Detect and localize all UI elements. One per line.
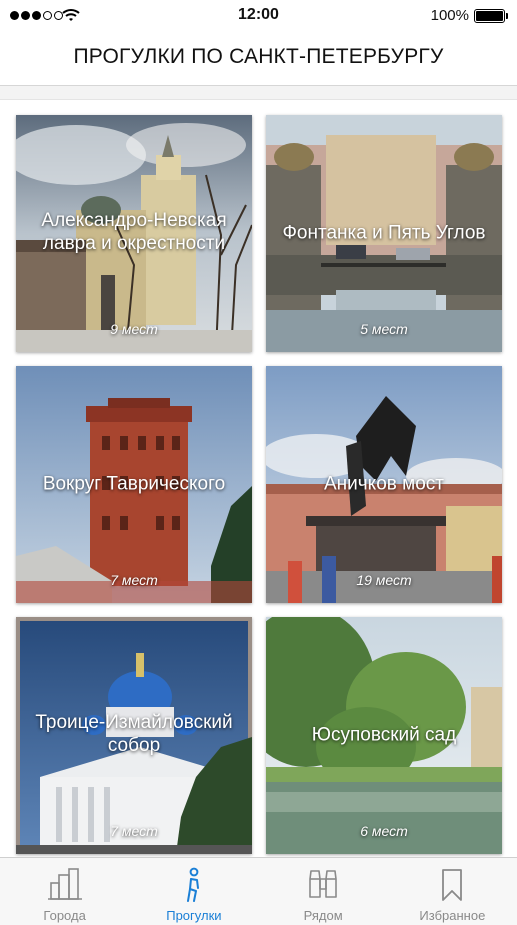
page-title: ПРОГУЛКИ ПО САНКТ-ПЕТЕРБУРГУ: [73, 45, 444, 68]
walk-title: Александро-Невская лавра и окрестности: [41, 209, 227, 254]
tab-label: Избранное: [419, 908, 486, 923]
tab-cities[interactable]: Города: [0, 858, 129, 925]
walk-title: Вокруг Таврического: [42, 473, 226, 495]
walk-card[interactable]: Александро-Невская лавра и окрестности 9…: [16, 115, 252, 352]
walk-place-count: 9 мест: [110, 321, 158, 337]
battery-percentage: 100%: [430, 7, 469, 24]
walk-place-count: 7 мест: [110, 572, 158, 588]
walker-icon: [186, 867, 199, 902]
header-divider: [0, 86, 517, 100]
binoculars-icon: [309, 870, 337, 898]
walk-title: Троице-Измайловский собор: [35, 711, 233, 756]
navigation-bar: ПРОГУЛКИ ПО САНКТ-ПЕТЕРБУРГУ: [0, 32, 517, 86]
tab-nearby[interactable]: Рядом: [259, 858, 388, 925]
status-bar: 12:00 100%: [0, 0, 517, 32]
walk-place-count: 5 мест: [360, 321, 408, 337]
walk-card[interactable]: Юсуповский сад 6 мест: [266, 617, 502, 854]
walk-place-count: 7 мест: [110, 823, 158, 839]
tab-label: Прогулки: [166, 908, 222, 923]
walk-card[interactable]: Аничков мост 19 мест: [266, 366, 502, 603]
walk-title: Юсуповский сад: [311, 724, 457, 746]
walk-card[interactable]: Вокруг Таврического 7 мест: [16, 366, 252, 603]
walk-place-count: 19 мест: [356, 572, 412, 588]
walk-card[interactable]: Троице-Измайловский собор 7 мест: [16, 617, 252, 854]
tab-label: Рядом: [303, 908, 343, 923]
tab-favorites[interactable]: Избранное: [388, 858, 517, 925]
battery-icon: [474, 9, 508, 23]
city-icon: [47, 868, 82, 900]
walk-title: Аничков мост: [324, 473, 444, 495]
tab-walks[interactable]: Прогулки: [129, 858, 258, 925]
bookmark-icon: [442, 869, 463, 901]
walk-card[interactable]: Фонтанка и Пять Углов 5 мест: [266, 115, 502, 352]
tab-label: Города: [43, 908, 86, 923]
walk-place-count: 6 мест: [360, 823, 408, 839]
walk-title: Фонтанка и Пять Углов: [282, 222, 486, 244]
tab-bar: Города Прогулки Рядом Избранное: [0, 857, 517, 925]
